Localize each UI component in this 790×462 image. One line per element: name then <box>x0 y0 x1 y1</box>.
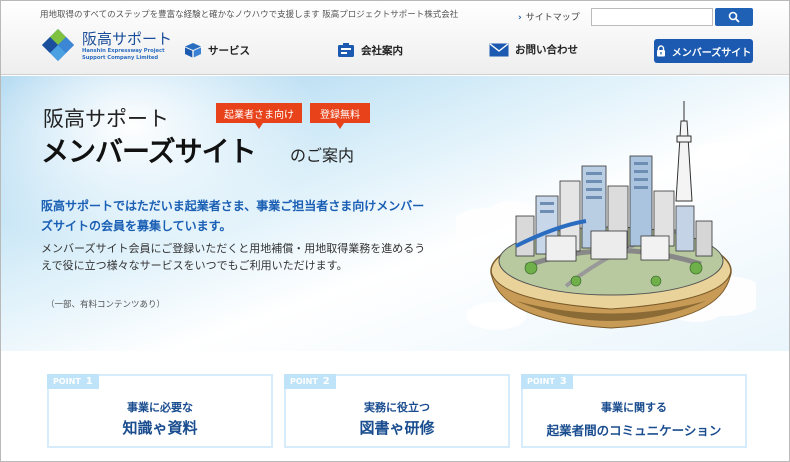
search-input[interactable] <box>591 8 713 26</box>
badge-free-registration: 登録無料 <box>310 103 370 129</box>
point-card-1[interactable]: POINT 1 事業に必要な 知識ゃ資料 <box>47 374 273 448</box>
points-section: POINT 1 事業に必要な 知識ゃ資料 POINT 2 実務に役立つ 図書ゃ研修 … <box>1 351 789 461</box>
point-tag-label: POINT <box>527 377 555 386</box>
building-icon <box>338 43 354 57</box>
point-tag-label: POINT <box>290 377 318 386</box>
nav-item-service[interactable]: サービス <box>184 42 250 58</box>
chevron-right-icon: › <box>518 13 522 23</box>
city-island-illustration <box>456 101 756 330</box>
nav-label-service: サービス <box>208 44 250 57</box>
logo-mark-icon <box>42 29 74 61</box>
site-header: 用地取得のすべてのステップを豊富な経験と確かなノウハウで支援します 阪高プロジェ… <box>1 1 789 75</box>
nav-item-contact[interactable]: お問い合わせ <box>489 42 578 57</box>
members-site-label: メンバーズサイト <box>671 47 752 59</box>
hero-note: （一部、有料コンテンツあり） <box>46 300 166 310</box>
mail-icon <box>489 42 509 56</box>
point-1-title: 知識ゃ資料 <box>122 419 198 437</box>
point-card-3[interactable]: POINT 3 事業に関する 起業者間のコミュニケーション <box>521 374 747 448</box>
hero-lead: 阪高サポートではただいま起業者さま、事業ご担当者さま向けメンバーズサイトの会員を… <box>41 199 425 233</box>
members-site-button[interactable]: メンバーズサイト <box>654 39 753 63</box>
site-logo[interactable]: 阪高サポート Hanshin Expressway Project Suppor… <box>40 27 180 67</box>
nav-label-company: 会社案内 <box>361 44 403 57</box>
nav-label-contact: お問い合わせ <box>515 44 578 56</box>
point-tag-label: POINT <box>53 377 81 386</box>
point-3-title: 起業者間のコミュニケーション <box>546 423 722 438</box>
point-tag-2: POINT 2 <box>284 374 336 389</box>
hero-body: メンバーズサイト会員にご登録いただくと用地補償・用地取得業務を進めるうえで役に立… <box>41 242 426 272</box>
badge-for-clients: 起業者さま向け <box>216 103 302 129</box>
point-number: 3 <box>559 376 567 387</box>
search-icon <box>728 11 740 23</box>
point-card-2[interactable]: POINT 2 実務に役立つ 図書ゃ研修 <box>284 374 510 448</box>
site-tagline: 用地取得のすべてのステップを豊富な経験と確かなノウハウで支援します 阪高プロジェ… <box>40 10 459 20</box>
point-tag-1: POINT 1 <box>47 374 99 389</box>
point-3-subtitle: 事業に関する <box>601 401 667 414</box>
lock-icon <box>656 45 665 57</box>
point-number: 2 <box>322 376 330 387</box>
hero-title-suffix: のご案内 <box>290 146 355 165</box>
hero-title-members: メンバーズサイト <box>41 135 257 168</box>
point-2-title: 図書ゃ研修 <box>359 419 435 437</box>
box-icon <box>185 43 201 58</box>
nav-item-company[interactable]: 会社案内 <box>337 42 403 58</box>
point-2-subtitle: 実務に役立つ <box>364 401 430 414</box>
logo-name-jp: 阪高サポート <box>82 30 173 48</box>
point-tag-3: POINT 3 <box>521 374 573 389</box>
hero-title-company: 阪高サポート <box>43 107 169 131</box>
page-frame: 用地取得のすべてのステップを豊富な経験と確かなノウハウで支援します 阪高プロジェ… <box>0 0 790 462</box>
hero-banner: 阪高サポート 起業者さま向け 登録無料 メンバーズサイト のご案内 阪高サポート… <box>1 76 789 351</box>
logo-name-en: Hanshin Expressway Project Support Compa… <box>82 48 165 61</box>
point-number: 1 <box>85 376 93 387</box>
sitemap-label: サイトマップ <box>525 13 580 23</box>
sitemap-link[interactable]: › サイトマップ <box>518 10 580 23</box>
point-1-subtitle: 事業に必要な <box>127 401 193 414</box>
search-button[interactable] <box>715 8 753 26</box>
